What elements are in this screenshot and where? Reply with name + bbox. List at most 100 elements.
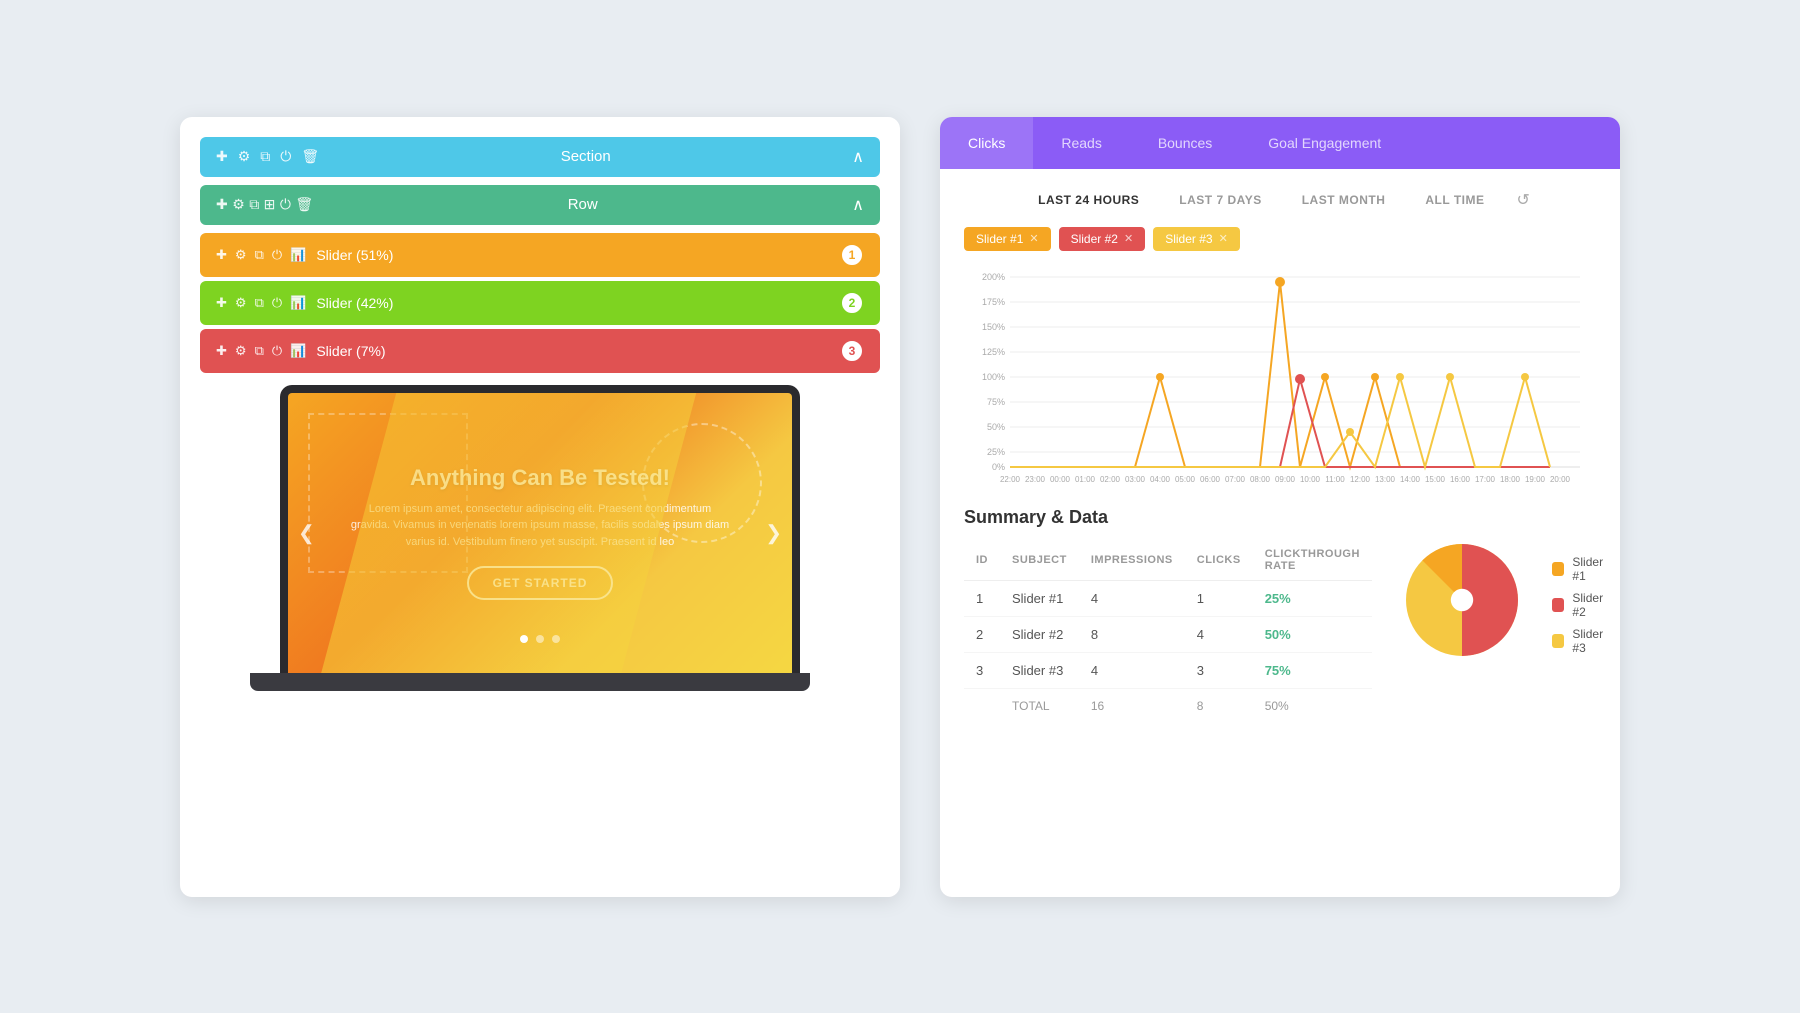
pie-center	[1451, 588, 1473, 610]
legend-item-1: Slider #1	[1552, 555, 1615, 583]
slider-add-icon-3[interactable]: ✚	[216, 343, 227, 359]
filter-tag-slider1[interactable]: Slider #1 ✕	[964, 227, 1051, 251]
slide-nav-right[interactable]: ❯	[765, 520, 782, 545]
legend-dot-2	[1552, 598, 1564, 612]
svg-text:125%: 125%	[982, 347, 1005, 357]
filter-tag-close-1[interactable]: ✕	[1029, 232, 1038, 245]
filter-tag-slider2[interactable]: Slider #2 ✕	[1059, 227, 1146, 251]
slider-copy-icon-3[interactable]: ⧉	[255, 343, 264, 359]
time-btn-24h[interactable]: LAST 24 HOURS	[1030, 189, 1147, 211]
row1-subject: Slider #1	[1000, 580, 1079, 616]
filter-tag-slider3[interactable]: Slider #3 ✕	[1153, 227, 1240, 251]
slider-chart-icon-2[interactable]: 📊	[290, 295, 306, 311]
table-row: 1 Slider #1 4 1 25%	[964, 580, 1372, 616]
slider-copy-icon-2[interactable]: ⧉	[255, 295, 264, 311]
col-ctr: CLICKTHROUGH RATE	[1253, 540, 1372, 581]
slider-chart-icon-3[interactable]: 📊	[290, 343, 306, 359]
slider-gear-icon-3[interactable]: ⚙	[235, 343, 247, 359]
laptop-screen-frame: ❮ Anything Can Be Tested! Lorem ipsum am…	[280, 385, 800, 673]
row1-ctr: 25%	[1253, 580, 1372, 616]
legend-dot-1	[1552, 562, 1564, 576]
laptop-mockup: ❮ Anything Can Be Tested! Lorem ipsum am…	[200, 385, 880, 691]
tab-clicks[interactable]: Clicks	[940, 117, 1033, 169]
slider-item-1[interactable]: ✚ ⚙ ⧉ ⏻ 📊 Slider (51%) 1	[200, 233, 880, 277]
row-power-icon[interactable]: ⏻	[280, 196, 291, 212]
row-bar: ✚ ⚙ ⧉ ⊞ ⏻ 🗑 Row ∧	[200, 185, 880, 225]
col-clicks: CLICKS	[1185, 540, 1253, 581]
slide-bg	[288, 393, 792, 673]
summary-table: ID SUBJECT IMPRESSIONS CLICKS CLICKTHROU…	[964, 540, 1372, 723]
svg-text:20:00: 20:00	[1550, 475, 1571, 484]
col-id: ID	[964, 540, 1000, 581]
slider-add-icon-1[interactable]: ✚	[216, 247, 227, 263]
pie-legend-area: Slider #1 Slider #2 Slider #3	[1392, 530, 1615, 680]
svg-text:15:00: 15:00	[1425, 475, 1446, 484]
filter-tag-label-1: Slider #1	[976, 232, 1023, 246]
table-row: 3 Slider #3 4 3 75%	[964, 652, 1372, 688]
row-trash-icon[interactable]: 🗑	[295, 196, 313, 212]
slide-dot-1[interactable]	[520, 635, 528, 643]
slider-item-2[interactable]: ✚ ⚙ ⧉ ⏻ 📊 Slider (42%) 2	[200, 281, 880, 325]
table-container: ID SUBJECT IMPRESSIONS CLICKS CLICKTHROU…	[964, 540, 1372, 723]
slider-name-3: Slider (7%)	[316, 343, 385, 359]
slider-power-icon-1[interactable]: ⏻	[272, 247, 282, 263]
filter-tag-close-2[interactable]: ✕	[1124, 232, 1133, 245]
trash-icon[interactable]: 🗑	[301, 148, 319, 165]
filter-tags: Slider #1 ✕ Slider #2 ✕ Slider #3 ✕	[964, 227, 1596, 251]
right-panel: Clicks Reads Bounces Goal Engagement LAS…	[940, 117, 1620, 897]
total-label	[964, 688, 1000, 723]
slider-badge-3: 3	[840, 339, 864, 363]
svg-text:175%: 175%	[982, 297, 1005, 307]
slider-power-icon-3[interactable]: ⏻	[272, 343, 282, 359]
svg-text:22:00: 22:00	[1000, 475, 1021, 484]
summary-section: ID SUBJECT IMPRESSIONS CLICKS CLICKTHROU…	[964, 540, 1596, 723]
section-chevron[interactable]: ∧	[852, 147, 864, 167]
add-icon[interactable]: ✚	[216, 148, 228, 165]
copy-icon[interactable]: ⧉	[260, 148, 270, 165]
slide-dot-2[interactable]	[536, 635, 544, 643]
time-btn-all-time[interactable]: ALL TIME	[1417, 189, 1492, 211]
slider-power-icon-2[interactable]: ⏻	[272, 295, 282, 311]
row2-ctr: 50%	[1253, 616, 1372, 652]
total-ctr: 50%	[1253, 688, 1372, 723]
legend-label-2: Slider #2	[1572, 591, 1614, 619]
power-icon[interactable]: ⏻	[280, 148, 291, 165]
tab-bounces[interactable]: Bounces	[1130, 117, 1240, 169]
row3-subject: Slider #3	[1000, 652, 1079, 688]
filter-tag-close-3[interactable]: ✕	[1219, 232, 1228, 245]
slider-gear-icon-1[interactable]: ⚙	[235, 247, 247, 263]
slider-icons-1: ✚ ⚙ ⧉ ⏻ 📊	[216, 247, 306, 263]
time-btn-month[interactable]: LAST MONTH	[1294, 189, 1394, 211]
slider-chart-icon-1[interactable]: 📊	[290, 247, 306, 263]
time-btn-7d[interactable]: LAST 7 DAYS	[1171, 189, 1269, 211]
svg-text:05:00: 05:00	[1175, 475, 1196, 484]
row-chevron[interactable]: ∧	[852, 195, 864, 215]
tab-reads[interactable]: Reads	[1033, 117, 1129, 169]
slide-dot-3[interactable]	[552, 635, 560, 643]
row3-impressions: 4	[1079, 652, 1185, 688]
section-icons: ✚ ⚙ ⧉ ⏻ 🗑	[216, 148, 319, 165]
row-grid-icon[interactable]: ⊞	[264, 196, 276, 212]
slider-icons-3: ✚ ⚙ ⧉ ⏻ 📊	[216, 343, 306, 359]
svg-text:00:00: 00:00	[1050, 475, 1071, 484]
row-gear-icon[interactable]: ⚙	[232, 196, 245, 212]
slide-nav-left[interactable]: ❮	[298, 520, 315, 545]
refresh-icon[interactable]: ↺	[1516, 190, 1529, 210]
slider-item-3[interactable]: ✚ ⚙ ⧉ ⏻ 📊 Slider (7%) 3	[200, 329, 880, 373]
row2-impressions: 8	[1079, 616, 1185, 652]
laptop-base	[250, 673, 810, 691]
row-copy-icon[interactable]: ⧉	[249, 196, 259, 212]
svg-text:07:00: 07:00	[1225, 475, 1246, 484]
tab-goal-engagement[interactable]: Goal Engagement	[1240, 117, 1409, 169]
row-add-icon[interactable]: ✚	[216, 196, 228, 212]
table-total-row: TOTAL 16 8 50%	[964, 688, 1372, 723]
line-chart: 200% 175% 150% 125% 100% 75% 50% 25% 0%	[964, 267, 1596, 487]
row2-id: 2	[964, 616, 1000, 652]
time-filters: LAST 24 HOURS LAST 7 DAYS LAST MONTH ALL…	[964, 189, 1596, 211]
slider-add-icon-2[interactable]: ✚	[216, 295, 227, 311]
slider-copy-icon-1[interactable]: ⧉	[255, 247, 264, 263]
col-subject: SUBJECT	[1000, 540, 1079, 581]
legend-dot-3	[1552, 634, 1564, 648]
gear-icon[interactable]: ⚙	[238, 148, 251, 165]
slider-gear-icon-2[interactable]: ⚙	[235, 295, 247, 311]
